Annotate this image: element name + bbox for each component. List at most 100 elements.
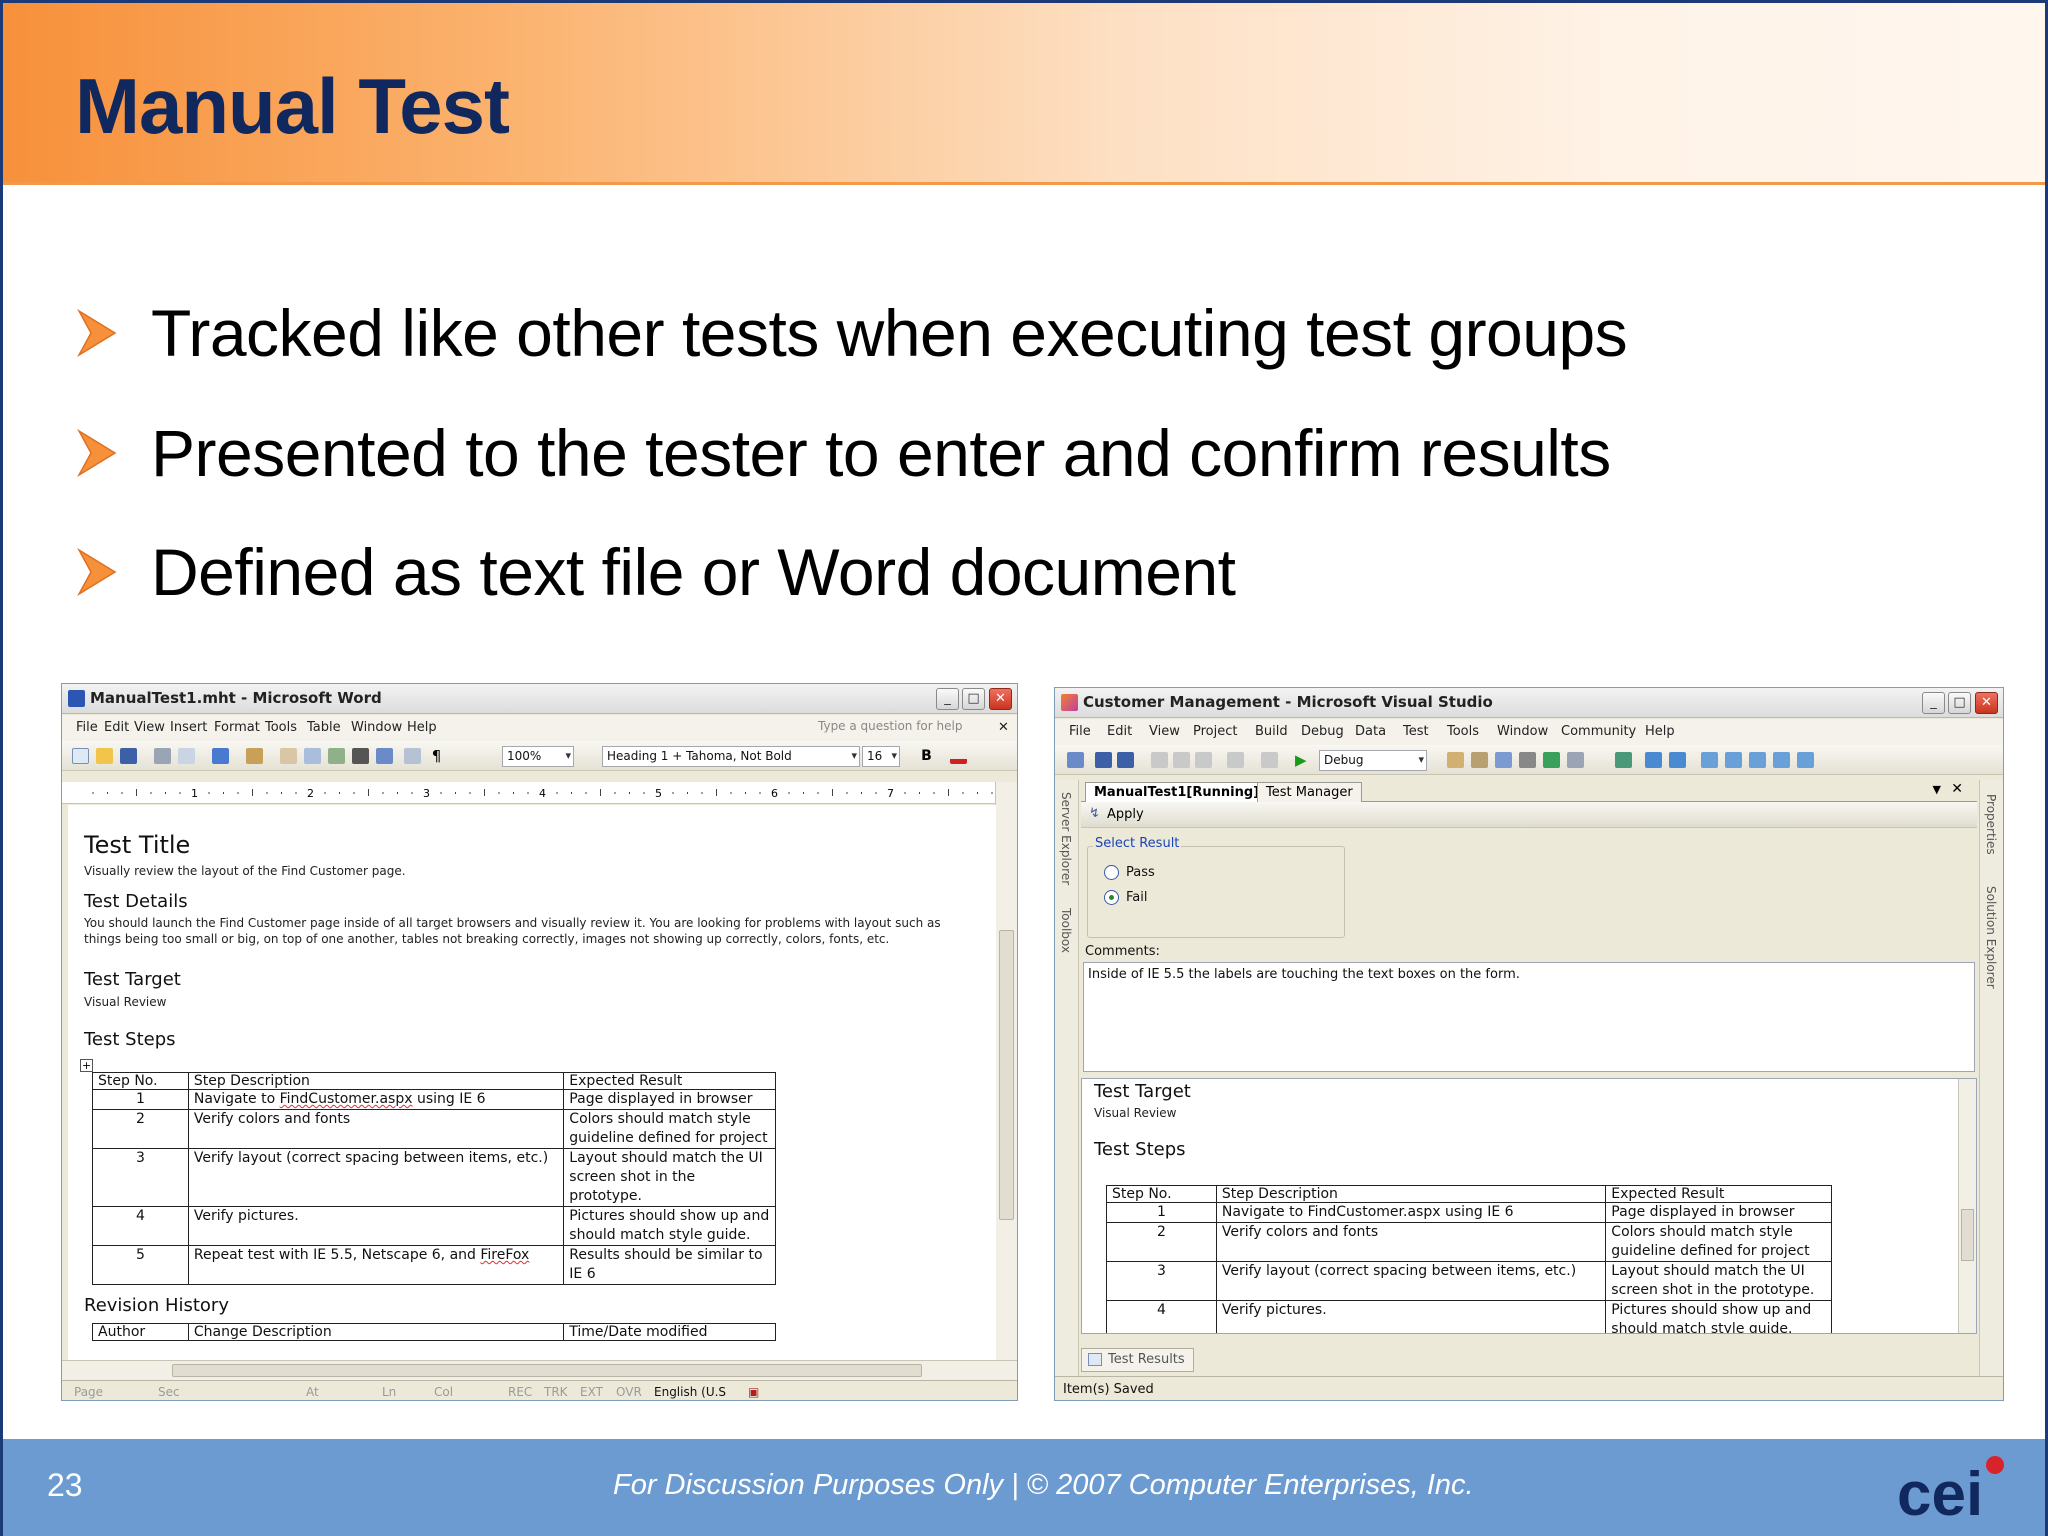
test-document-preview[interactable]: Test Target Visual Review Test Steps Ste… xyxy=(1081,1078,1977,1334)
menu-test[interactable]: Test xyxy=(1403,724,1429,739)
menu-data[interactable]: Data xyxy=(1355,724,1386,739)
menu-edit[interactable]: Edit xyxy=(104,720,129,735)
save-icon[interactable] xyxy=(120,748,137,764)
menu-help[interactable]: Help xyxy=(407,720,437,735)
menu-help[interactable]: Help xyxy=(1645,724,1675,739)
redo-icon[interactable] xyxy=(1261,752,1278,768)
doc-map-icon[interactable] xyxy=(404,748,421,764)
test-results-icon[interactable] xyxy=(1701,752,1718,768)
close-button[interactable]: ✕ xyxy=(1975,692,1998,714)
maximize-button[interactable]: □ xyxy=(962,688,985,710)
preview-scrollbar[interactable] xyxy=(1958,1079,1976,1333)
save-all-icon[interactable] xyxy=(1117,752,1134,768)
word-document-page[interactable]: Test Title Visually review the layout of… xyxy=(68,805,996,1360)
menu-project[interactable]: Project xyxy=(1193,724,1237,739)
start-page-icon[interactable] xyxy=(1543,752,1560,768)
word-titlebar[interactable]: ManualTest1.mht - Microsoft Word _ □ ✕ xyxy=(62,684,1017,714)
menu-file[interactable]: File xyxy=(76,720,98,735)
new-project-icon[interactable] xyxy=(1067,752,1084,768)
tab-dropdown-icon[interactable]: ▼ xyxy=(1933,783,1941,796)
bold-button[interactable]: B xyxy=(918,748,935,764)
code-coverage-icon[interactable] xyxy=(1749,752,1766,768)
preview-scroll-thumb[interactable] xyxy=(1961,1209,1974,1261)
command-window-icon[interactable] xyxy=(1567,752,1584,768)
close-button[interactable]: ✕ xyxy=(989,688,1012,710)
menu-table[interactable]: Table xyxy=(307,720,341,735)
new-icon[interactable] xyxy=(72,748,89,764)
vertical-scroll-thumb[interactable] xyxy=(999,930,1014,1220)
drawing-icon[interactable] xyxy=(376,748,393,764)
minimize-button[interactable]: _ xyxy=(936,688,959,710)
apply-button[interactable]: Apply xyxy=(1107,807,1144,822)
expected-result: Results should be similar to IE 6 xyxy=(563,1245,776,1285)
server-explorer-tab[interactable]: Server Explorer xyxy=(1059,792,1073,885)
cut-icon[interactable] xyxy=(1151,752,1168,768)
test-view-icon[interactable] xyxy=(1615,752,1632,768)
find-in-files-icon[interactable] xyxy=(1447,752,1464,768)
close-doc-icon[interactable]: ✕ xyxy=(998,720,1009,735)
menu-edit[interactable]: Edit xyxy=(1107,724,1132,739)
print-icon[interactable] xyxy=(154,748,171,764)
test-manager-icon[interactable] xyxy=(1725,752,1742,768)
test-results-tab[interactable]: Test Results xyxy=(1081,1348,1194,1372)
horizontal-ruler[interactable]: 1 2 3 4 5 6 7 xyxy=(62,782,995,804)
menu-window[interactable]: Window xyxy=(1497,724,1548,739)
maximize-button[interactable]: □ xyxy=(1948,692,1971,714)
vertical-scrollbar[interactable] xyxy=(995,782,1017,1360)
run-tests-icon[interactable] xyxy=(1645,752,1662,768)
copy-icon[interactable] xyxy=(1173,752,1190,768)
save-icon[interactable] xyxy=(1095,752,1112,768)
open-icon[interactable] xyxy=(96,748,113,764)
properties-window-icon[interactable] xyxy=(1471,752,1488,768)
test-runs-icon[interactable] xyxy=(1797,752,1814,768)
font-color-icon[interactable] xyxy=(950,748,967,764)
menu-insert[interactable]: Insert xyxy=(170,720,207,735)
solution-explorer-tab[interactable]: Solution Explorer xyxy=(1984,886,1998,989)
menu-community[interactable]: Community xyxy=(1561,724,1636,739)
menu-view[interactable]: View xyxy=(1149,724,1180,739)
zoom-combo[interactable]: 100% xyxy=(502,746,574,767)
excel-icon[interactable] xyxy=(328,748,345,764)
horizontal-scrollbar[interactable] xyxy=(62,1360,1017,1380)
format-painter-icon[interactable] xyxy=(246,748,263,764)
fail-radio[interactable] xyxy=(1104,890,1119,905)
menu-tools[interactable]: Tools xyxy=(265,720,297,735)
pass-radio[interactable] xyxy=(1104,865,1119,880)
object-browser-icon[interactable] xyxy=(1495,752,1512,768)
menu-format[interactable]: Format xyxy=(214,720,260,735)
undo-icon[interactable] xyxy=(1227,752,1244,768)
pilcrow-icon[interactable]: ¶ xyxy=(428,748,445,764)
help-search-input[interactable]: Type a question for help xyxy=(818,719,962,737)
tab-manual-test[interactable]: ManualTest1[Running] xyxy=(1085,782,1269,802)
font-size-combo[interactable]: 16 xyxy=(862,746,900,767)
toolbox-icon[interactable] xyxy=(1519,752,1536,768)
test-list-icon[interactable] xyxy=(1773,752,1790,768)
columns-icon[interactable] xyxy=(352,748,369,764)
vs-titlebar[interactable]: Customer Management - Microsoft Visual S… xyxy=(1055,688,2003,718)
spelling-status-icon[interactable]: ▣ xyxy=(748,1385,759,1399)
close-tab-icon[interactable]: ✕ xyxy=(1951,781,1963,797)
table-icon[interactable] xyxy=(304,748,321,764)
status-ext: EXT xyxy=(580,1385,603,1399)
menu-window[interactable]: Window xyxy=(351,720,402,735)
minimize-button[interactable]: _ xyxy=(1922,692,1945,714)
menu-build[interactable]: Build xyxy=(1255,724,1288,739)
properties-tab[interactable]: Properties xyxy=(1984,794,1998,855)
horizontal-scroll-thumb[interactable] xyxy=(172,1364,922,1377)
hyperlink-icon[interactable] xyxy=(280,748,297,764)
menu-tools[interactable]: Tools xyxy=(1447,724,1479,739)
print-preview-icon[interactable] xyxy=(178,748,195,764)
paste-icon[interactable] xyxy=(1195,752,1212,768)
style-combo[interactable]: Heading 1 + Tahoma, Not Bold xyxy=(602,746,860,767)
comments-textarea[interactable]: Inside of IE 5.5 the labels are touching… xyxy=(1083,962,1975,1072)
toolbox-tab[interactable]: Toolbox xyxy=(1059,908,1073,953)
table-move-handle-icon[interactable]: + xyxy=(80,1059,93,1072)
solution-config-combo[interactable]: Debug xyxy=(1319,750,1427,771)
menu-view[interactable]: View xyxy=(134,720,165,735)
debug-tests-icon[interactable] xyxy=(1669,752,1686,768)
menu-debug[interactable]: Debug xyxy=(1301,724,1344,739)
spelling-icon[interactable] xyxy=(212,748,229,764)
tab-test-manager[interactable]: Test Manager xyxy=(1257,782,1362,802)
menu-file[interactable]: File xyxy=(1069,724,1091,739)
start-debugging-icon[interactable]: ▶ xyxy=(1295,752,1312,768)
